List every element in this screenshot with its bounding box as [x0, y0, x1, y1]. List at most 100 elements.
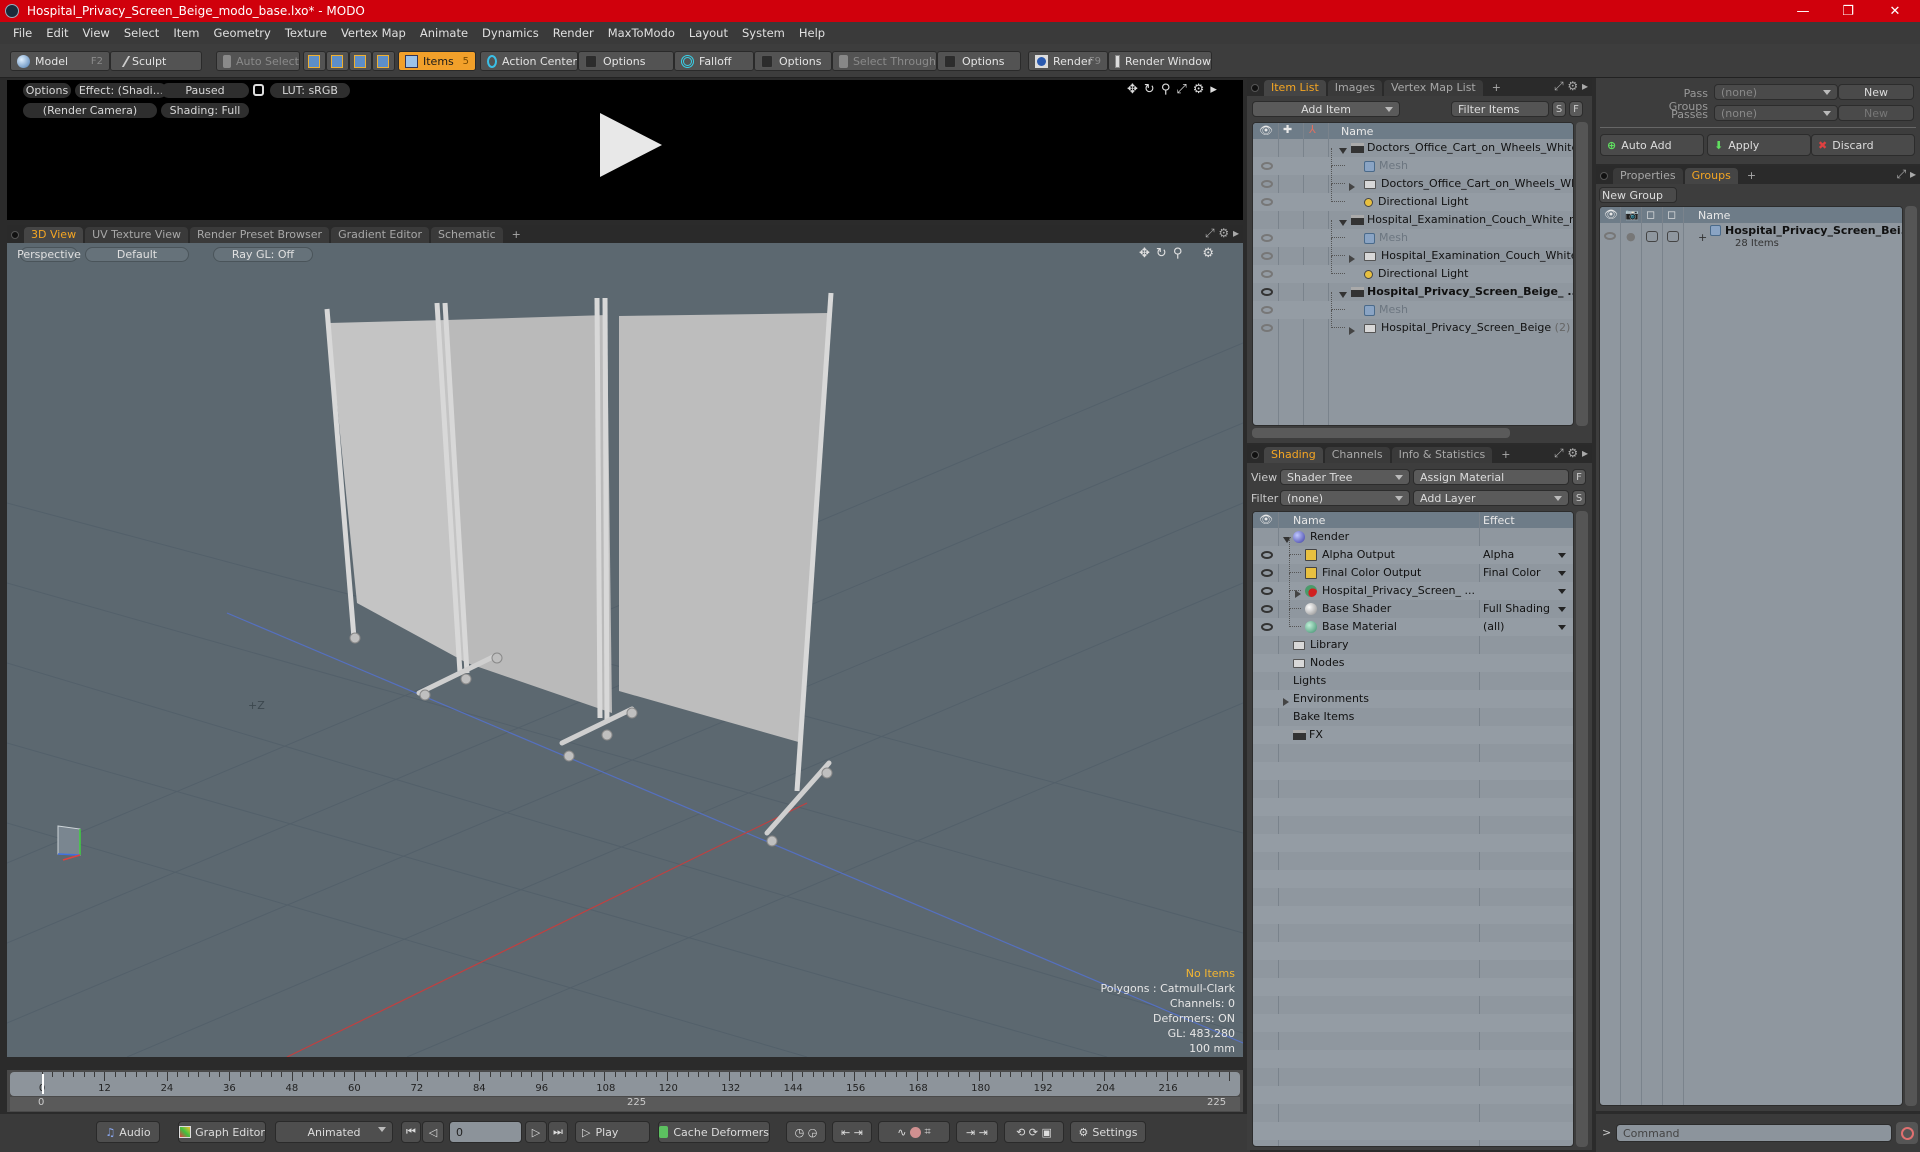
maximize-button[interactable]: ❐ — [1828, 0, 1868, 22]
maximize-icon[interactable]: ⤢ — [1176, 82, 1186, 97]
frame-range-bar[interactable]: 0 225 225 — [10, 1097, 1240, 1111]
play-button[interactable]: ▷ Play — [575, 1121, 650, 1143]
render-toggle-icon[interactable]: ● — [1626, 230, 1636, 243]
tab-groups[interactable]: Groups — [1684, 168, 1738, 184]
visibility-eye-icon[interactable] — [1261, 306, 1273, 314]
shader-tree-row[interactable]: Nodes — [1253, 654, 1573, 672]
visibility-eye-icon[interactable] — [1261, 587, 1273, 595]
menu-select[interactable]: Select — [117, 26, 166, 40]
gear-icon[interactable]: ⚙ — [1202, 246, 1214, 261]
filter-items-input[interactable]: Filter Items — [1451, 101, 1549, 117]
select-through-options-button[interactable]: Options — [937, 51, 1021, 71]
lut-dropdown[interactable]: LUT: sRGB — [270, 83, 350, 98]
filter-dropdown[interactable]: (none) — [1280, 490, 1410, 506]
visibility-eye-icon[interactable] — [1261, 623, 1273, 631]
menu-dynamics[interactable]: Dynamics — [475, 26, 546, 40]
add-tab-button[interactable]: + — [505, 227, 528, 243]
collapse-arrow-icon[interactable] — [1349, 252, 1355, 265]
visibility-eye-icon[interactable] — [1261, 162, 1273, 170]
passes-dropdown[interactable]: (none) — [1714, 105, 1838, 121]
menu-help[interactable]: Help — [792, 26, 832, 40]
shader-tree-row[interactable]: Hospital_Privacy_Screen_ ... — [1253, 573, 1573, 600]
visibility-eye-icon[interactable] — [1604, 232, 1616, 240]
item-list-row[interactable]: Hospital_Privacy_Screen_Beige (2) — [1253, 310, 1573, 337]
settings-button[interactable]: ⚙ Settings — [1070, 1121, 1146, 1143]
pan-icon[interactable]: ✥ — [1127, 82, 1138, 97]
shader-tree-row[interactable]: Alpha Output Alpha — [1253, 537, 1573, 564]
item-list-row[interactable]: Mesh — [1253, 148, 1573, 175]
preview-options-button[interactable]: Options — [23, 83, 71, 98]
preview-paused-button[interactable]: Paused — [161, 83, 249, 98]
pan-icon[interactable]: ✥ — [1139, 246, 1150, 261]
shader-tree-row[interactable]: Final Color Output Final Color — [1253, 555, 1573, 582]
menu-texture[interactable]: Texture — [278, 26, 334, 40]
model-mode-button[interactable]: Model F2 — [10, 51, 110, 71]
menu-item[interactable]: Item — [166, 26, 206, 40]
preview-effect-dropdown[interactable]: Effect: (Shadi... — [75, 83, 167, 98]
collapse-arrow-icon[interactable] — [1349, 324, 1355, 337]
rotate-icon[interactable]: ↻ — [1144, 82, 1155, 97]
item-list-hscrollbar[interactable] — [1252, 428, 1510, 438]
falloff-options-button[interactable]: Options — [754, 51, 832, 71]
item-list-row[interactable]: Doctors_Office_Cart_on_Wheels_White ... — [1253, 139, 1573, 157]
tab-info-statistics[interactable]: Info & Statistics — [1391, 447, 1493, 463]
effect-dropdown-arrow[interactable] — [1558, 607, 1566, 612]
arrow-right-icon[interactable]: ▸ — [1210, 82, 1217, 97]
new-group-button[interactable]: New Group — [1599, 187, 1677, 203]
panel-menu-icon[interactable] — [1251, 84, 1259, 92]
render-button[interactable]: Render F9 — [1028, 51, 1108, 71]
cache-deformers-button[interactable]: Cache Deformers — [658, 1121, 770, 1143]
vertices-mode-button[interactable] — [303, 51, 326, 71]
effect-dropdown-arrow[interactable] — [1558, 589, 1566, 594]
item-list-row[interactable]: Directional Light — [1253, 184, 1573, 211]
visibility-eye-icon[interactable] — [1261, 234, 1273, 242]
edges-mode-button[interactable] — [326, 51, 349, 71]
menu-render[interactable]: Render — [546, 26, 601, 40]
visibility-eye-icon[interactable] — [1261, 569, 1273, 577]
graph-editor-button[interactable]: Graph Editor — [178, 1121, 266, 1143]
panel-icons[interactable]: ⤢ ▸ — [1897, 167, 1916, 182]
shader-tree-row[interactable]: Base Material (all) — [1253, 609, 1573, 636]
rotate-icon[interactable]: ↻ — [1156, 246, 1167, 261]
panel-menu-icon[interactable] — [11, 231, 19, 239]
lock-toggle[interactable] — [1646, 231, 1658, 242]
visibility-eye-icon[interactable] — [1261, 324, 1273, 332]
frame-input[interactable]: 0 — [449, 1121, 522, 1143]
viewport-panel-icons[interactable]: ⤢ ⚙ ▸ — [1205, 226, 1239, 241]
effect-dropdown-arrow[interactable] — [1558, 625, 1566, 630]
auto-add-button[interactable]: ⊕ Auto Add — [1600, 134, 1704, 156]
menu-edit[interactable]: Edit — [39, 26, 75, 40]
new-pass-button[interactable]: New — [1838, 105, 1914, 121]
select-toggle[interactable] — [1667, 231, 1679, 242]
shader-tree-row[interactable]: Bake Items — [1253, 708, 1573, 726]
collapse-arrow-icon[interactable] — [1283, 695, 1289, 708]
item-list-row[interactable]: Mesh — [1253, 292, 1573, 319]
item-list-row[interactable]: Hospital_Examination_Couch_White (2) — [1253, 238, 1573, 265]
tab-item-list[interactable]: Item List — [1264, 80, 1326, 96]
items-mode-button[interactable]: Items 5 — [398, 51, 476, 71]
timeline-ruler[interactable]: 0122436486072849610812013214415616818019… — [10, 1072, 1240, 1096]
discard-button[interactable]: ✖ Discard — [1811, 134, 1915, 156]
effect-dropdown-arrow[interactable] — [1558, 571, 1566, 576]
select-through-button[interactable]: Select Through — [832, 51, 937, 71]
command-history-button[interactable] — [1896, 1122, 1918, 1144]
zoom-icon[interactable]: ⚲ — [1161, 82, 1171, 97]
visibility-eye-icon[interactable] — [1261, 551, 1273, 559]
shader-tree-row[interactable]: FX — [1253, 726, 1573, 744]
menu-geometry[interactable]: Geometry — [207, 26, 278, 40]
tab-vertex-map-list[interactable]: Vertex Map List — [1383, 80, 1483, 96]
auto-select-button[interactable]: Auto Select — [216, 51, 300, 71]
assign-material-button[interactable]: Assign Material — [1413, 469, 1569, 485]
visibility-eye-icon[interactable] — [1261, 288, 1273, 296]
groups-vscrollbar[interactable] — [1905, 206, 1917, 1106]
item-list-row[interactable]: Hospital_Privacy_Screen_Beige_ ... — [1253, 283, 1573, 301]
item-list-row[interactable]: Hospital_Examination_Couch_White_mo ... — [1253, 211, 1573, 229]
item-list-vscrollbar[interactable] — [1576, 122, 1588, 426]
perspective-dropdown[interactable]: Perspective — [17, 247, 81, 262]
s-button[interactable]: S — [1572, 490, 1586, 506]
add-item-dropdown[interactable]: Add Item — [1252, 101, 1400, 117]
shader-tree-row[interactable]: Render — [1253, 528, 1573, 546]
menu-file[interactable]: File — [6, 26, 39, 40]
action-center-options-button[interactable]: Options — [578, 51, 674, 71]
add-layer-dropdown[interactable]: Add Layer — [1413, 490, 1569, 506]
